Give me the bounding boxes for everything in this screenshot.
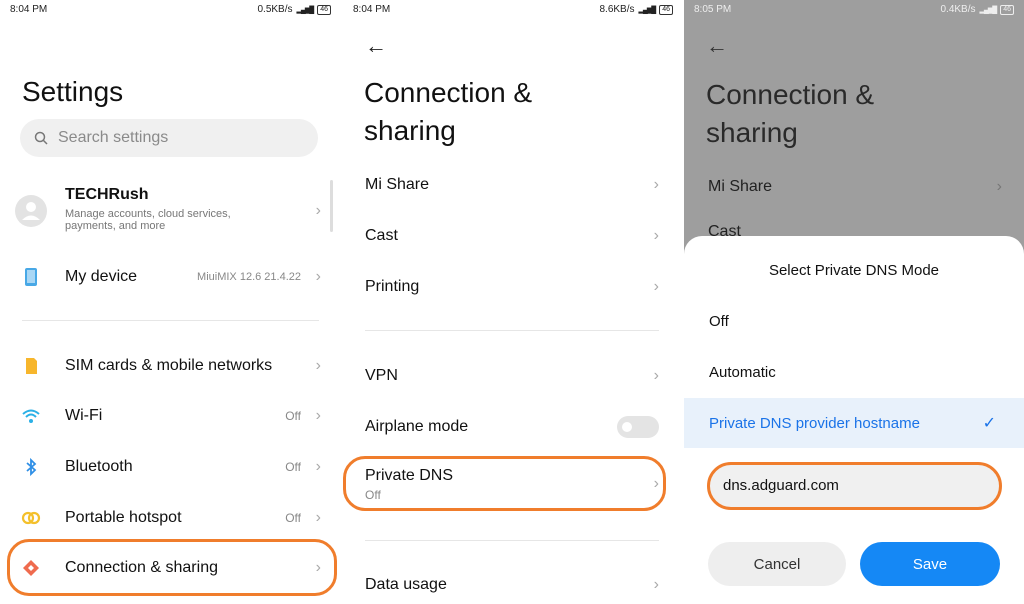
divider [22, 320, 319, 321]
sim-cards-label: SIM cards & mobile networks [65, 357, 273, 374]
account-subtitle: Manage accounts, cloud services, payment… [65, 208, 231, 232]
back-arrow-icon[interactable]: ← [706, 33, 728, 59]
wifi-icon [22, 409, 40, 423]
mi-share-label: Mi Share [365, 176, 430, 193]
network-speed: 8.6KB/s [599, 4, 635, 15]
back-arrow-icon[interactable]: ← [365, 33, 387, 59]
divider [365, 330, 659, 331]
dialog-title: Select Private DNS Mode [768, 262, 940, 279]
option-off[interactable]: Off [684, 296, 1024, 346]
printing-label: Printing [365, 278, 420, 295]
highlight-outline [7, 539, 337, 596]
search-icon [34, 131, 48, 145]
private-dns-dialog-screen: 8:05 PM 0.4KB/s ▂▄▆█ 46 ← Connection & s… [684, 0, 1024, 604]
phone-icon [25, 268, 37, 286]
bluetooth-row[interactable]: Bluetooth Off › [0, 452, 341, 482]
chevron-right-icon: › [315, 509, 321, 526]
status-time: 8:04 PM [353, 4, 391, 15]
hotspot-label: Portable hotspot [65, 509, 182, 526]
bluetooth-icon [26, 457, 37, 477]
checkmark-icon: ✓ [982, 415, 996, 432]
vpn-label: VPN [365, 367, 398, 384]
device-version: MiuiMIX 12.6 21.4.22 [197, 271, 301, 283]
my-device-label: My device [65, 268, 138, 285]
cast-label: Cast [365, 227, 398, 244]
mi-share-row[interactable]: Mi Share › [343, 170, 683, 200]
title-line1: Connection & [706, 79, 875, 110]
sim-cards-row[interactable]: SIM cards & mobile networks › [0, 351, 341, 381]
title-line2: sharing [364, 115, 456, 146]
mi-share-label: Mi Share [708, 178, 773, 195]
account-name: TECHRush [65, 186, 149, 203]
connection-sharing-screen: 8:04 PM 8.6KB/s ▂▄▆█ 46 ← Connection & s… [343, 0, 683, 604]
wifi-status: Off [285, 409, 301, 423]
status-time: 8:04 PM [10, 4, 48, 15]
wifi-label: Wi-Fi [65, 407, 103, 424]
wifi-row[interactable]: Wi-Fi Off › [0, 401, 341, 431]
scrollbar[interactable] [330, 180, 333, 232]
chevron-right-icon: › [653, 227, 659, 244]
airplane-mode-toggle[interactable] [617, 416, 659, 438]
save-button[interactable]: Save [860, 542, 1000, 586]
dns-mode-dialog: Select Private DNS Mode Off Automatic Pr… [684, 236, 1024, 604]
signal-icon: ▂▄▆█ [296, 6, 315, 14]
chevron-right-icon: › [315, 202, 321, 219]
battery-icon: 46 [659, 4, 673, 15]
chevron-right-icon: › [315, 268, 321, 285]
cancel-button[interactable]: Cancel [708, 542, 846, 586]
sim-card-icon [26, 358, 37, 374]
network-speed: 0.4KB/s [940, 4, 976, 15]
signal-icon: ▂▄▆█ [979, 6, 998, 14]
battery-icon: 46 [1000, 4, 1014, 15]
search-input[interactable] [58, 129, 288, 147]
chevron-right-icon: › [315, 458, 321, 475]
option-private-dns-hostname-label: Private DNS provider hostname [709, 414, 920, 432]
bluetooth-status: Off [285, 460, 301, 474]
option-private-dns-hostname[interactable]: Private DNS provider hostname ✓ [684, 398, 1024, 448]
chevron-right-icon: › [315, 407, 321, 424]
battery-icon: 46 [317, 4, 331, 15]
cast-row[interactable]: Cast › [343, 221, 683, 251]
printing-row[interactable]: Printing › [343, 272, 683, 302]
chevron-right-icon: › [653, 176, 659, 193]
data-usage-row[interactable]: Data usage › [343, 570, 683, 600]
status-time: 8:05 PM [694, 4, 732, 15]
avatar [15, 195, 47, 227]
title-line1: Connection & [364, 77, 533, 108]
highlight-outline [343, 456, 666, 511]
hotspot-row[interactable]: Portable hotspot Off › [0, 503, 341, 533]
page-title: Connection & sharing [364, 74, 532, 150]
chevron-right-icon: › [315, 357, 321, 374]
status-bar: 8:04 PM 8.6KB/s ▂▄▆█ 46 [343, 4, 683, 18]
airplane-mode-row[interactable]: Airplane mode [343, 412, 683, 442]
title-line2: sharing [706, 117, 798, 148]
status-bar: 8:04 PM 0.5KB/s ▂▄▆█ 46 [0, 4, 341, 18]
data-usage-label: Data usage [365, 576, 447, 593]
chevron-right-icon: › [996, 178, 1002, 195]
chevron-right-icon: › [653, 367, 659, 384]
divider [365, 540, 659, 541]
airplane-mode-label: Airplane mode [365, 418, 469, 435]
page-title: Connection & sharing [706, 76, 874, 152]
hotspot-status: Off [285, 511, 301, 525]
account-row[interactable]: TECHRush Manage accounts, cloud services… [0, 183, 341, 239]
account-subtitle-line2: payments, and more [65, 220, 166, 232]
chevron-right-icon: › [653, 278, 659, 295]
option-automatic[interactable]: Automatic [684, 347, 1024, 397]
search-bar[interactable] [20, 119, 318, 157]
page-title: Settings [22, 76, 124, 107]
account-subtitle-line1: Manage accounts, cloud services, [65, 208, 231, 220]
vpn-row[interactable]: VPN › [343, 361, 683, 391]
mi-share-row[interactable]: Mi Share › [684, 172, 1024, 202]
my-device-row[interactable]: My device MiuiMIX 12.6 21.4.22 › [0, 262, 341, 292]
hotspot-icon [21, 511, 41, 525]
signal-icon: ▂▄▆█ [638, 6, 657, 14]
status-bar: 8:05 PM 0.4KB/s ▂▄▆█ 46 [684, 4, 1024, 18]
chevron-right-icon: › [653, 576, 659, 593]
settings-screen: 8:04 PM 0.5KB/s ▂▄▆█ 46 Settings TECHRus… [0, 0, 341, 604]
highlight-outline [707, 462, 1002, 510]
network-speed: 0.5KB/s [257, 4, 293, 15]
bluetooth-label: Bluetooth [65, 458, 133, 475]
